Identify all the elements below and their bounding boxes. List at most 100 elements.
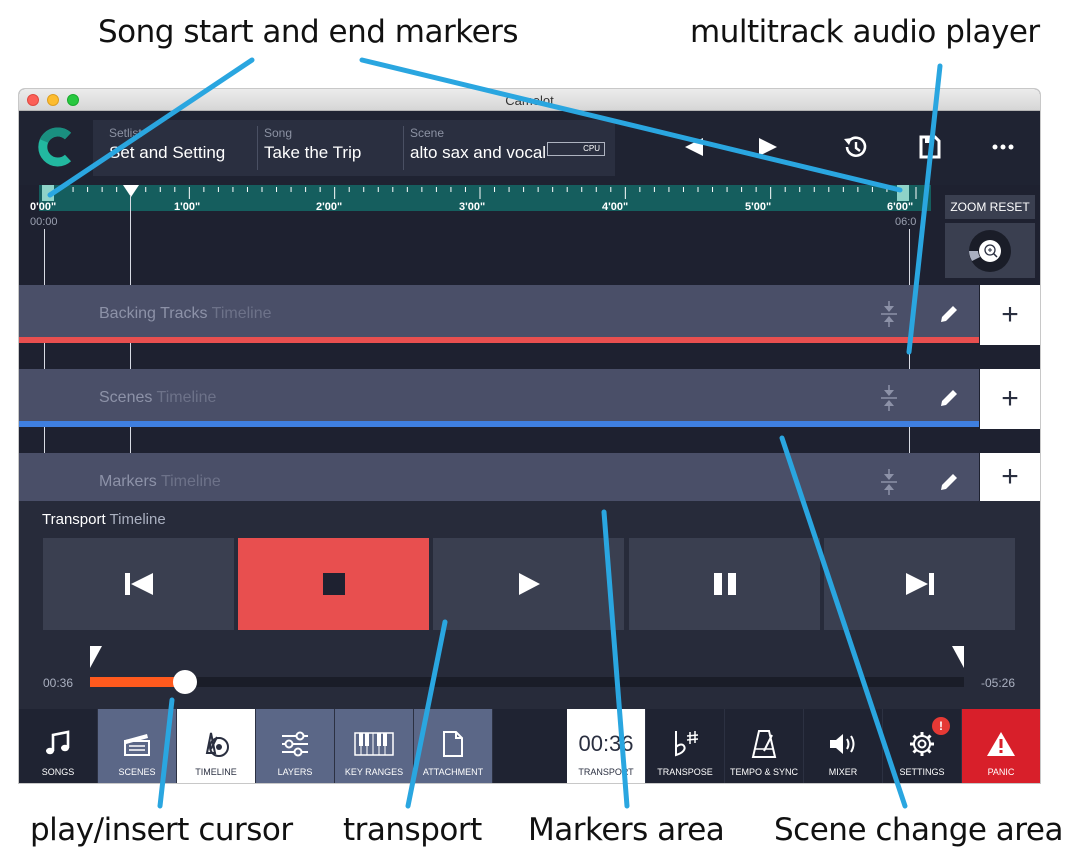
playback-scrubber[interactable]: [173, 670, 197, 694]
pencil-icon: [941, 306, 957, 322]
tab-songs[interactable]: SONGS: [19, 709, 98, 783]
markers-type: Timeline: [160, 473, 221, 490]
loop-start-marker[interactable]: [89, 646, 103, 668]
edit-track-button[interactable]: [937, 302, 961, 326]
tab-timeline[interactable]: TIMELINE: [177, 709, 256, 783]
previous-song-button[interactable]: [676, 129, 712, 165]
clapperboard-icon: [124, 734, 150, 756]
skip-forward-button[interactable]: [824, 538, 1015, 630]
sliders-icon: [282, 731, 308, 757]
stop-button[interactable]: [238, 538, 429, 630]
save-button[interactable]: [911, 129, 947, 165]
zoom-reset-button[interactable]: ZOOM RESET: [945, 195, 1035, 219]
skip-back-icon: [124, 573, 153, 595]
zoom-dial-icon: [969, 230, 1011, 272]
edit-track-button[interactable]: [937, 470, 961, 494]
markers-lane[interactable]: Markers Timeline: [19, 453, 979, 501]
more-options-button[interactable]: [985, 129, 1021, 165]
tab-timeline-label: TIMELINE: [195, 767, 237, 777]
callout-multitrack: multitrack audio player: [690, 14, 1040, 50]
save-icon: [919, 135, 941, 159]
tick-label-3: 3'00": [459, 201, 486, 213]
markers-title: Markers Timeline: [99, 473, 221, 491]
play-button[interactable]: [433, 538, 624, 630]
tick-label-1: 1'00": [174, 201, 201, 213]
song-field[interactable]: Song Take the Trip: [257, 126, 403, 170]
warning-icon: [987, 732, 1015, 756]
settings-alert-badge: !: [932, 717, 950, 735]
zoom-knob[interactable]: [945, 223, 1035, 278]
tab-attachment[interactable]: ATTACHMENT: [414, 709, 493, 783]
song-label: Song: [264, 126, 293, 140]
setlist-field[interactable]: Setlist Set and Setting: [103, 126, 253, 170]
edit-track-button[interactable]: [937, 386, 961, 410]
tab-scenes[interactable]: SCENES: [98, 709, 177, 783]
scenes-name: Scenes: [99, 389, 153, 406]
pencil-icon: [941, 390, 957, 406]
bottom-toolbar: SONGS SCENES TIMELINE LAYERS KEY RANGES …: [19, 709, 1040, 783]
add-marker-button[interactable]: +: [980, 453, 1040, 501]
add-backing-track-button[interactable]: +: [980, 285, 1040, 345]
collapse-icon: [881, 385, 897, 411]
scenes-lane[interactable]: Scenes Timeline: [19, 369, 979, 427]
panic-label: PANIC: [987, 767, 1015, 777]
play-cursor-head[interactable]: [123, 185, 139, 197]
next-song-button[interactable]: [750, 129, 786, 165]
tab-transport-label: TRANSPORT: [578, 767, 634, 777]
transport-type: Timeline: [109, 511, 166, 528]
song-start-marker[interactable]: [40, 185, 56, 201]
callout-markers-area: Markers area: [528, 812, 725, 848]
triangle-right-icon: [759, 138, 777, 156]
tab-songs-label: SONGS: [41, 767, 75, 777]
tab-mixer-label: MIXER: [828, 767, 858, 777]
tab-transport[interactable]: 00:36 TRANSPORT: [567, 709, 646, 783]
transport-title: Transport Timeline: [42, 511, 166, 528]
plus-icon: +: [1001, 382, 1019, 415]
scenes-title: Scenes Timeline: [99, 389, 216, 407]
tab-settings[interactable]: SETTINGS !: [883, 709, 962, 783]
tab-transpose[interactable]: TRANSPOSE: [646, 709, 725, 783]
panic-button[interactable]: PANIC: [962, 709, 1040, 783]
callout-scene-change: Scene change area: [774, 812, 1063, 848]
tab-key-ranges-label: KEY RANGES: [344, 767, 404, 777]
play-icon: [518, 573, 540, 595]
callout-song-markers: Song start and end markers: [98, 14, 519, 50]
tab-mixer[interactable]: MIXER: [804, 709, 883, 783]
skip-back-button[interactable]: [43, 538, 234, 630]
tab-layers[interactable]: LAYERS: [256, 709, 335, 783]
pause-button[interactable]: [629, 538, 820, 630]
song-info-panel[interactable]: Setlist Set and Setting Song Take the Tr…: [93, 120, 615, 176]
tick-label-0: 0'00": [30, 201, 57, 213]
more-icon: [992, 144, 1014, 150]
setlist-value: Set and Setting: [109, 143, 226, 162]
tab-layers-label: LAYERS: [277, 767, 313, 777]
gear-icon: [910, 732, 934, 756]
song-end-time: 06:0: [895, 216, 917, 228]
collapse-track-button[interactable]: [877, 385, 901, 411]
tick-label-2: 2'00": [316, 201, 343, 213]
scene-label: Scene: [410, 126, 445, 140]
song-end-marker[interactable]: [895, 185, 911, 201]
timeline-metronome-icon: [205, 732, 229, 757]
playback-progress-track[interactable]: [90, 677, 964, 687]
setlist-label: Setlist: [109, 126, 142, 140]
tab-key-ranges[interactable]: KEY RANGES: [335, 709, 414, 783]
tab-transpose-label: TRANSPOSE: [657, 767, 713, 777]
collapse-icon: [881, 469, 897, 495]
loop-end-marker[interactable]: [951, 646, 965, 668]
tab-tempo-sync[interactable]: TEMPO & SYNC: [725, 709, 804, 783]
plus-icon: +: [1001, 460, 1019, 493]
window-titlebar: Camelot: [19, 89, 1040, 111]
collapse-track-button[interactable]: [877, 469, 901, 495]
skip-forward-icon: [905, 573, 934, 595]
backing-tracks-lane[interactable]: Backing Tracks Timeline: [19, 285, 979, 343]
collapse-track-button[interactable]: [877, 301, 901, 327]
history-button[interactable]: [837, 129, 873, 165]
transport-time-display: 00:36: [578, 731, 634, 756]
add-scene-button[interactable]: +: [980, 369, 1040, 429]
speaker-icon: [830, 734, 855, 754]
music-note-icon: [46, 730, 70, 755]
tick-label-5: 5'00": [745, 201, 772, 213]
history-icon: [844, 136, 867, 157]
document-icon: [443, 731, 463, 757]
